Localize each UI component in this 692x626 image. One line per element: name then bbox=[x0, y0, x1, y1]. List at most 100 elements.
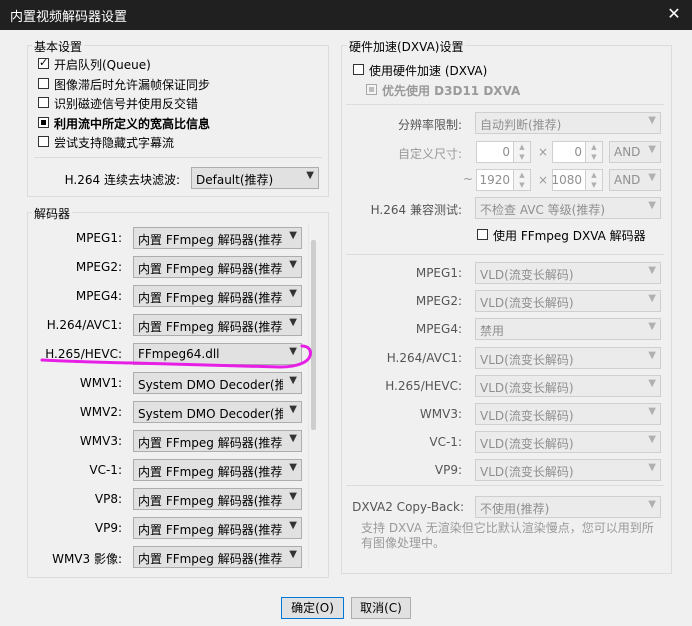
copyback-select[interactable]: 不使用(推荐) ▼ bbox=[475, 496, 661, 518]
deblock-label: H.264 连续去块滤波: bbox=[64, 173, 180, 187]
basic-separator bbox=[34, 157, 322, 158]
hw-codec-select[interactable]: 禁用 ▼ bbox=[475, 318, 661, 340]
chevron-down-icon: ▼ bbox=[289, 259, 297, 270]
decoder-value: 内置 FFmpeg 解码器(推荐) bbox=[138, 523, 283, 537]
hw-codec-select[interactable]: VLD(流变长解码) ▼ bbox=[475, 403, 661, 425]
max-width-spinner[interactable]: 1920 ▲ ▼ bbox=[476, 169, 531, 191]
and-value-2: AND bbox=[614, 173, 641, 187]
decoder-label: VC-1: bbox=[89, 463, 122, 477]
hw-codec-select[interactable]: VLD(流变长解码) ▼ bbox=[475, 347, 661, 369]
decoder-label: WMV2: bbox=[79, 405, 122, 419]
decoder-value: 内置 FFmpeg 解码器(推荐) bbox=[138, 494, 283, 508]
decoder-value: 内置 FFmpeg 解码器(推荐) bbox=[138, 465, 283, 479]
closed-captions-label[interactable]: 尝试支持隐藏式字幕流 bbox=[54, 134, 174, 151]
use-hw-label[interactable]: 使用硬件加速 (DXVA) bbox=[369, 62, 487, 79]
aspect-ratio-checkbox[interactable] bbox=[38, 117, 49, 128]
chevron-down-icon: ▼ bbox=[648, 462, 656, 473]
chevron-down-icon: ▼ bbox=[306, 170, 314, 181]
cancel-button[interactable]: 取消(C) bbox=[351, 597, 411, 619]
chevron-down-icon: ▼ bbox=[289, 288, 297, 299]
chevron-down-icon: ▼ bbox=[289, 462, 297, 473]
min-width-spinner[interactable]: 0 ▲ ▼ bbox=[476, 141, 531, 163]
decoders-legend: 解码器 bbox=[32, 205, 73, 222]
spinner-arrows-icon[interactable]: ▲ ▼ bbox=[585, 170, 602, 190]
chevron-down-icon: ▼ bbox=[648, 172, 656, 183]
hw-codec-select[interactable]: VLD(流变长解码) ▼ bbox=[475, 375, 661, 397]
hw-codec-value: VLD(流变长解码) bbox=[480, 296, 574, 310]
hw-codec-value: VLD(流变长解码) bbox=[480, 268, 574, 282]
times-sign: × bbox=[538, 145, 549, 159]
decoder-label: MPEG1: bbox=[75, 231, 122, 245]
hw-codec-select[interactable]: VLD(流变长解码) ▼ bbox=[475, 290, 661, 312]
use-hw-checkbox[interactable] bbox=[353, 64, 364, 75]
resolution-select[interactable]: 自动判断(推荐) ▼ bbox=[475, 112, 661, 134]
decoders-scrollbar[interactable] bbox=[308, 224, 319, 568]
hw-separator-2 bbox=[346, 254, 664, 255]
and-select-2[interactable]: AND ▼ bbox=[609, 169, 661, 191]
custom-size-label: 自定义尺寸: bbox=[397, 147, 462, 161]
decoder-select[interactable]: 内置 FFmpeg 解码器(推荐) ▼ bbox=[133, 256, 302, 278]
spinner-arrows-icon[interactable]: ▲ ▼ bbox=[513, 142, 530, 162]
decoder-select[interactable]: 内置 FFmpeg 解码器(推荐) ▼ bbox=[133, 517, 302, 539]
decoder-value: 内置 FFmpeg 解码器(推荐) bbox=[138, 233, 283, 247]
drop-frames-label[interactable]: 图像滞后时允许漏帧保证同步 bbox=[54, 76, 210, 93]
decoder-select[interactable]: 内置 FFmpeg 解码器(推荐) ▼ bbox=[133, 314, 302, 336]
hw-codec-label: MPEG4: bbox=[415, 322, 462, 336]
scroll-thumb[interactable] bbox=[311, 240, 316, 430]
chevron-down-icon: ▼ bbox=[289, 549, 297, 560]
aspect-ratio-label[interactable]: 利用流中所定义的宽高比信息 bbox=[54, 115, 210, 132]
decoder-select[interactable]: 内置 FFmpeg 解码器(推荐) ▼ bbox=[133, 546, 302, 568]
queue-checkbox[interactable] bbox=[38, 56, 49, 69]
ok-button[interactable]: 确定(O) bbox=[281, 597, 344, 619]
hw-codec-select[interactable]: VLD(流变长解码) ▼ bbox=[475, 262, 661, 284]
max-height-spinner[interactable]: 1080 ▲ ▼ bbox=[551, 169, 603, 191]
decoder-select[interactable]: System DMO Decoder(推荐) ▼ bbox=[133, 401, 302, 423]
hw-codec-label: MPEG2: bbox=[415, 294, 462, 308]
decoder-select[interactable]: 内置 FFmpeg 解码器(推荐) ▼ bbox=[133, 459, 302, 481]
deinterlace-label[interactable]: 识别磁迹信号并使用反交错 bbox=[54, 95, 198, 112]
decoder-value: 内置 FFmpeg 解码器(推荐) bbox=[138, 291, 283, 305]
decoder-value: 内置 FFmpeg 解码器(推荐) bbox=[138, 262, 283, 276]
resolution-label: 分辨率限制: bbox=[397, 118, 462, 132]
hw-codec-select[interactable]: VLD(流变长解码) ▼ bbox=[475, 431, 661, 453]
ffmpeg-dxva-checkbox[interactable] bbox=[477, 229, 488, 240]
compat-select[interactable]: 不检查 AVC 等级(推荐) ▼ bbox=[475, 197, 661, 219]
close-icon[interactable]: ✕ bbox=[664, 4, 684, 23]
dialog-footer bbox=[0, 590, 692, 626]
hw-codec-label: H.264/AVC1: bbox=[386, 351, 462, 365]
and-select-1[interactable]: AND ▼ bbox=[609, 141, 661, 163]
decoder-select[interactable]: 内置 FFmpeg 解码器(推荐) ▼ bbox=[133, 227, 302, 249]
ffmpeg-dxva-label[interactable]: 使用 FFmpeg DXVA 解码器 bbox=[493, 227, 646, 244]
queue-label[interactable]: 开启队列(Queue) bbox=[54, 56, 151, 73]
spinner-arrows-icon[interactable]: ▲ ▼ bbox=[513, 170, 530, 190]
closed-captions-checkbox[interactable] bbox=[38, 136, 49, 147]
decoder-value: 内置 FFmpeg 解码器(推荐) bbox=[138, 320, 283, 334]
hw-codec-value: VLD(流变长解码) bbox=[480, 437, 574, 451]
drop-frames-checkbox[interactable] bbox=[38, 78, 49, 89]
deblock-value: Default(推荐) bbox=[196, 173, 274, 187]
copyback-value: 不使用(推荐) bbox=[480, 502, 550, 516]
deinterlace-checkbox[interactable] bbox=[38, 97, 49, 108]
spinner-arrows-icon[interactable]: ▲ ▼ bbox=[585, 142, 602, 162]
min-height-spinner[interactable]: 0 ▲ ▼ bbox=[552, 141, 603, 163]
and-value-1: AND bbox=[614, 145, 641, 159]
hw-legend: 硬件加速(DXVA)设置 bbox=[347, 38, 466, 55]
deblock-select[interactable]: Default(推荐) ▼ bbox=[191, 167, 319, 189]
min-width-value: 0 bbox=[502, 145, 510, 159]
decoder-label: MPEG4: bbox=[75, 289, 122, 303]
chevron-down-icon: ▼ bbox=[648, 378, 656, 389]
decoder-select[interactable]: 内置 FFmpeg 解码器(推荐) ▼ bbox=[133, 285, 302, 307]
decoder-value: System DMO Decoder(推荐) bbox=[138, 378, 283, 392]
prefer-d3d11-checkbox[interactable] bbox=[366, 84, 377, 95]
hw-separator-1 bbox=[346, 104, 664, 105]
prefer-d3d11-label[interactable]: 优先使用 D3D11 DXVA bbox=[382, 82, 520, 99]
hw-codec-select[interactable]: VLD(流变长解码) ▼ bbox=[475, 459, 661, 481]
decoder-select[interactable]: 内置 FFmpeg 解码器(推荐) ▼ bbox=[133, 488, 302, 510]
decoder-label: WMV3: bbox=[79, 434, 122, 448]
hw-codec-value: 禁用 bbox=[480, 324, 505, 338]
copyback-label: DXVA2 Copy-Back: bbox=[352, 500, 464, 514]
decoder-select[interactable]: 内置 FFmpeg 解码器(推荐) ▼ bbox=[133, 430, 302, 452]
chevron-down-icon: ▼ bbox=[289, 317, 297, 328]
resolution-value: 自动判断(推荐) bbox=[480, 118, 562, 132]
hw-codec-label: WMV3: bbox=[419, 407, 462, 421]
